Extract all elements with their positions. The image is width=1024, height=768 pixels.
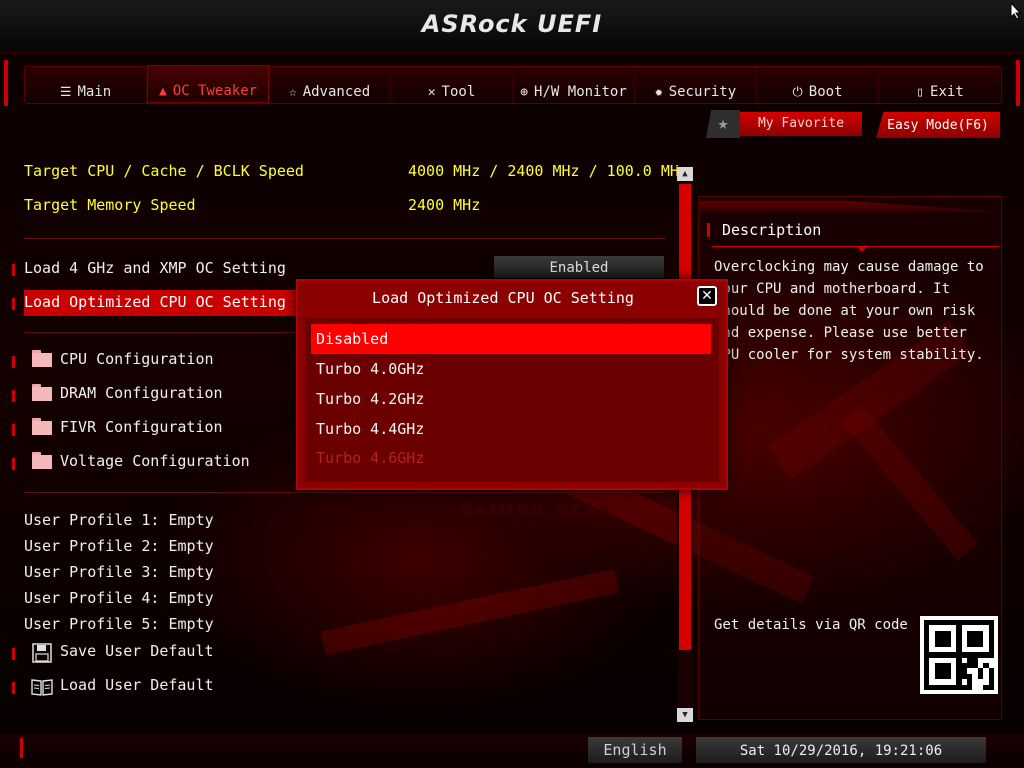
description-body: Overclocking may cause damage to your CP… xyxy=(714,259,984,363)
voltage-configuration-link[interactable]: Voltage Configuration xyxy=(60,452,250,470)
monitor-crosshair-icon: ⊕ xyxy=(520,85,529,100)
cpu-configuration-link[interactable]: CPU Configuration xyxy=(60,350,214,368)
tab-boot[interactable]: ⏻ Boot xyxy=(757,67,879,103)
list-icon: ☰ xyxy=(59,85,72,100)
tab-hw-monitor[interactable]: ⊕ H/W Monitor xyxy=(513,67,635,103)
row-marker xyxy=(12,356,15,368)
row-marker xyxy=(12,390,15,402)
tab-label: Exit xyxy=(930,84,964,100)
tab-label: Advanced xyxy=(302,84,371,100)
language-button[interactable]: English xyxy=(588,737,682,763)
tab-label: Security xyxy=(668,84,737,100)
target-cpu-label: Target CPU / Cache / BCLK Speed xyxy=(24,162,304,180)
scroll-up-arrow-icon[interactable]: ▲ xyxy=(677,167,693,181)
tab-label: Main xyxy=(77,84,112,100)
save-user-default-button[interactable]: Save User Default xyxy=(60,642,214,660)
tools-icon: ✕ xyxy=(427,85,436,100)
row-marker xyxy=(12,458,15,470)
date-time-display: Sat 10/29/2016, 19:21:06 xyxy=(696,737,986,763)
tab-label: H/W Monitor xyxy=(534,84,627,100)
target-memory-value: 2400 MHz xyxy=(408,196,481,214)
row-marker xyxy=(12,424,15,436)
mouse-cursor-icon xyxy=(1010,2,1022,20)
qr-code xyxy=(920,616,998,694)
section-divider xyxy=(24,492,666,493)
target-cpu-value: 4000 MHz / 2400 MHz / 100.0 MHz xyxy=(408,162,688,180)
open-book-icon xyxy=(31,679,53,696)
main-nav: ☰ Main ▲ OC Tweaker ☆ Advanced ✕ Tool ⊕ … xyxy=(24,65,1002,104)
target-memory-label: Target Memory Speed xyxy=(24,196,196,214)
tab-label: Boot xyxy=(808,84,843,100)
option-turbo-4-4[interactable]: Turbo 4.4GHz xyxy=(311,414,711,444)
tab-advanced[interactable]: ☆ Advanced xyxy=(269,67,391,103)
background-shard xyxy=(320,569,620,655)
scroll-down-arrow-icon[interactable]: ▼ xyxy=(677,708,693,722)
user-profile-1[interactable]: User Profile 1: Empty xyxy=(24,511,214,529)
tab-security[interactable]: ✹ Security xyxy=(635,67,757,103)
gaming-gear-watermark: GAMING_GEAR xyxy=(460,500,613,519)
row-marker xyxy=(12,682,15,694)
description-notch xyxy=(856,246,868,252)
user-profile-4[interactable]: User Profile 4: Empty xyxy=(24,589,214,607)
title-bar: ASRock UEFI xyxy=(0,0,1024,53)
exit-door-icon: ▯ xyxy=(916,85,925,100)
tab-label: Tool xyxy=(441,84,476,100)
shield-gear-icon: ✹ xyxy=(654,85,663,100)
qr-code-label: Get details via QR code xyxy=(714,617,908,633)
option-turbo-4-6[interactable]: Turbo 4.6GHz xyxy=(311,443,711,473)
user-profile-5[interactable]: User Profile 5: Empty xyxy=(24,615,214,633)
nav-edge-left xyxy=(4,60,8,106)
dram-configuration-link[interactable]: DRAM Configuration xyxy=(60,384,223,402)
app-title: ASRock UEFI xyxy=(421,10,603,38)
user-profile-3[interactable]: User Profile 3: Empty xyxy=(24,563,214,581)
save-disk-icon xyxy=(32,643,52,663)
option-disabled[interactable]: Disabled xyxy=(311,324,711,354)
description-marker xyxy=(707,223,710,237)
star-wand-icon: ☆ xyxy=(288,85,297,100)
folder-icon xyxy=(32,350,52,367)
xmp-oc-setting-value[interactable]: Enabled xyxy=(494,256,664,278)
flame-icon: ▲ xyxy=(158,84,167,99)
folder-icon xyxy=(32,384,52,401)
close-icon[interactable]: ✕ xyxy=(697,286,717,306)
fivr-configuration-link[interactable]: FIVR Configuration xyxy=(60,418,223,436)
status-marker xyxy=(20,738,23,758)
row-marker xyxy=(12,298,15,310)
power-icon: ⏻ xyxy=(792,85,803,100)
xmp-oc-setting-label[interactable]: Load 4 GHz and XMP OC Setting xyxy=(24,259,286,277)
tab-tool[interactable]: ✕ Tool xyxy=(391,67,513,103)
description-title: Description xyxy=(722,221,822,239)
tab-exit[interactable]: ▯ Exit xyxy=(879,67,1001,103)
tab-oc-tweaker[interactable]: ▲ OC Tweaker xyxy=(147,65,269,103)
folder-icon xyxy=(32,418,52,435)
option-turbo-4-0[interactable]: Turbo 4.0GHz xyxy=(311,354,711,384)
tab-main[interactable]: ☰ Main xyxy=(25,67,147,103)
favorite-star-icon[interactable]: ★ xyxy=(706,110,740,138)
section-divider xyxy=(24,238,666,239)
easy-mode-button[interactable]: Easy Mode(F6) xyxy=(876,112,1000,138)
user-profile-2[interactable]: User Profile 2: Empty xyxy=(24,537,214,555)
my-favorite-button[interactable]: My Favorite xyxy=(740,112,862,136)
folder-icon xyxy=(32,452,52,469)
row-marker xyxy=(12,264,15,276)
row-marker xyxy=(12,648,15,660)
tab-label: OC Tweaker xyxy=(172,83,258,99)
cpu-oc-setting-label[interactable]: Load Optimized CPU OC Setting xyxy=(24,293,286,311)
load-user-default-button[interactable]: Load User Default xyxy=(60,676,214,694)
dialog-title: Load Optimized CPU OC Setting xyxy=(372,289,634,307)
qr-module xyxy=(988,684,994,690)
option-turbo-4-2[interactable]: Turbo 4.2GHz xyxy=(311,384,711,414)
nav-edge-right xyxy=(1016,60,1020,106)
